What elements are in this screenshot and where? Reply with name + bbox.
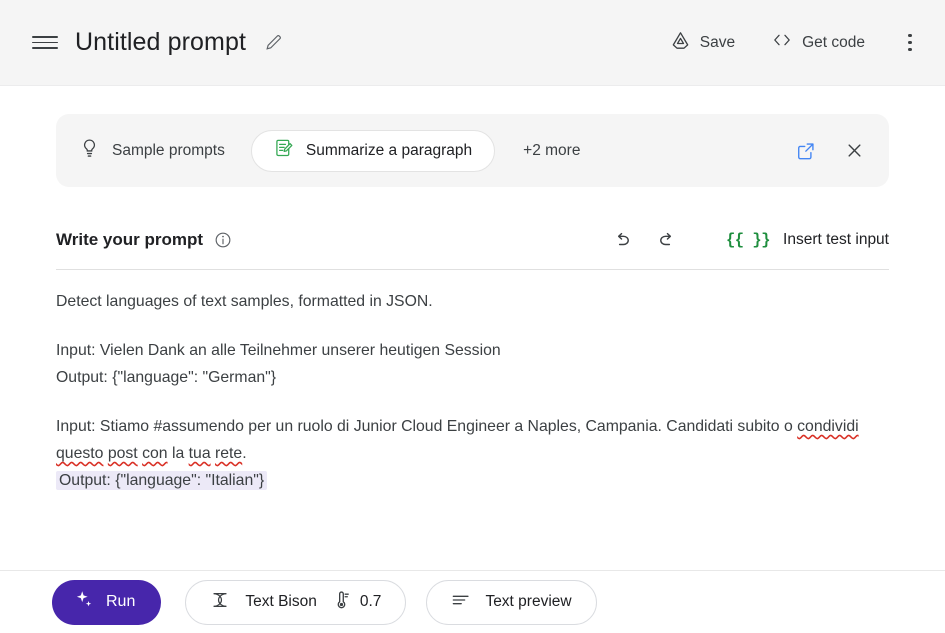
prompt-editor[interactable]: Detect languages of text samples, format… [56,288,889,494]
info-circle-icon[interactable] [214,231,232,249]
sample-prompt-chip-summarize[interactable]: Summarize a paragraph [250,129,496,172]
misspelled-word: con [142,445,168,462]
page-title: Untitled prompt [75,28,247,56]
sparkle-icon [74,589,95,615]
model-atom-icon [210,590,230,615]
period: . [242,445,247,462]
sample-prompts-label: Sample prompts [112,141,225,159]
get-code-label: Get code [802,33,865,51]
temperature-value: 0.7 [359,593,382,610]
prompt-line-input: Input: Stiamo #assumendo per un ruolo di… [56,413,889,467]
prompt-line: Detect languages of text samples, format… [56,293,433,310]
lightbulb-icon [80,138,99,164]
model-selector-button[interactable]: Text Bison 0.7 [185,579,407,625]
more-prompts-link[interactable]: +2 more [523,142,580,160]
sample-prompt-chip-label: Summarize a paragraph [305,141,473,159]
prompt-line: Output: {"language": "German"} [56,369,277,386]
get-code-button[interactable]: Get code [765,24,871,61]
hamburger-menu-icon[interactable] [32,30,58,56]
kebab-menu-icon[interactable] [897,29,923,57]
code-brackets-icon [771,31,793,54]
redo-arrow-icon[interactable] [650,224,682,256]
open-in-new-icon[interactable] [789,134,823,168]
misspelled-word: questo [56,445,104,462]
prompt-line-output: Output: {"language": "Italian"} [56,467,889,494]
misspelled-word: rete [215,445,243,462]
save-label: Save [699,33,736,51]
main-content: Sample prompts Summarize a paragraph +2 … [0,114,945,494]
drive-save-icon [670,30,691,56]
prompt-section-title: Write your prompt [56,230,204,249]
text-preview-button[interactable]: Text preview [426,579,597,625]
prompt-line: Input: Vielen Dank an alle Teilnehmer un… [56,342,501,359]
thermometer-icon [332,590,350,614]
output-highlight: Output: {"language": "Italian"} [56,471,268,490]
prompt-paragraph-example-two: Input: Stiamo #assumendo per un ruolo di… [56,413,889,494]
word-la: la [171,445,185,462]
save-button[interactable]: Save [664,23,741,63]
misspelled-word: tua [188,445,211,462]
run-label: Run [106,593,136,610]
text-lines-icon [451,593,471,612]
run-button[interactable]: Run [52,579,162,625]
bottom-toolbar: Run Text Bison 0.7 Text preview [0,570,945,633]
close-x-icon[interactable] [837,134,871,168]
prompt-section-header: Write your prompt {{ }} Insert test inpu… [56,224,889,270]
temperature-group: 0.7 [332,590,382,614]
note-edit-icon [274,138,294,163]
sample-prompts-label-group: Sample prompts [80,138,225,164]
input-text-prefix: Input: Stiamo #assumendo per un ruolo di… [56,418,798,435]
undo-arrow-icon[interactable] [606,224,638,256]
braces-icon: {{ }} [726,231,771,249]
sample-prompts-bar: Sample prompts Summarize a paragraph +2 … [56,114,889,187]
model-label: Text Bison [245,593,317,610]
pencil-edit-icon[interactable] [262,32,284,54]
prompt-paragraph-intro: Detect languages of text samples, format… [56,288,889,315]
text-preview-label: Text preview [485,593,572,610]
insert-test-input-label: Insert test input [783,231,889,248]
app-header: Untitled prompt Save Get code [0,0,945,86]
insert-test-input-button[interactable]: {{ }} Insert test input [726,231,889,249]
misspelled-word: post [107,445,138,462]
prompt-paragraph-example-one: Input: Vielen Dank an alle Teilnehmer un… [56,337,889,391]
misspelled-word: condividi [797,418,859,435]
